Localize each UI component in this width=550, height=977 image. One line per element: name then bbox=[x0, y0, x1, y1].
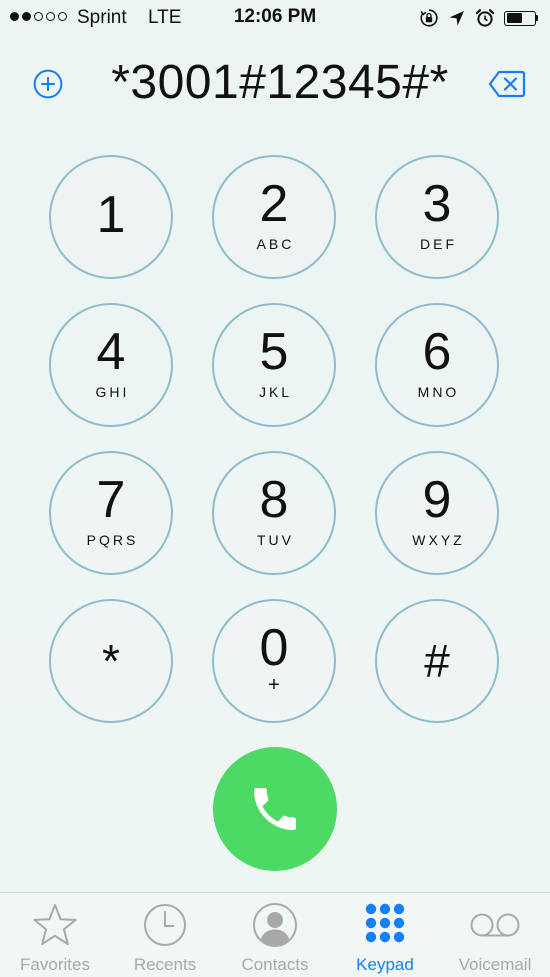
clock-icon bbox=[144, 904, 186, 946]
key-letters: DEF bbox=[420, 236, 457, 252]
key-2[interactable]: 2 ABC bbox=[212, 155, 336, 279]
key-1[interactable]: 1 bbox=[49, 155, 173, 279]
key-8[interactable]: 8 TUV bbox=[212, 451, 336, 575]
status-icons bbox=[419, 8, 538, 28]
key-digit: * bbox=[102, 635, 120, 687]
dialed-number: *3001#12345#* bbox=[111, 56, 449, 109]
key-letters: + bbox=[268, 673, 280, 696]
key-9[interactable]: 9 WXYZ bbox=[375, 451, 499, 575]
key-letters: MNO bbox=[417, 384, 460, 400]
delete-backspace-icon bbox=[488, 70, 526, 98]
key-digit: 3 bbox=[422, 175, 452, 233]
key-letters: PQRS bbox=[86, 532, 139, 548]
tab-label: Recents bbox=[133, 955, 197, 974]
add-contact-button[interactable] bbox=[33, 69, 63, 99]
key-digit: # bbox=[424, 635, 450, 687]
orientation-lock-icon bbox=[420, 9, 438, 27]
tab-voicemail[interactable]: Voicemail bbox=[440, 893, 550, 977]
key-star[interactable]: * bbox=[49, 599, 173, 723]
key-6[interactable]: 6 MNO bbox=[375, 303, 499, 427]
voicemail-icon bbox=[470, 913, 520, 937]
key-digit: 0 bbox=[259, 618, 289, 677]
tab-bar: Favorites Recents Contacts Keypad Voicem… bbox=[0, 892, 550, 977]
key-letters: WXYZ bbox=[412, 532, 465, 548]
status-bar: Sprint LTE 12:06 PM bbox=[0, 0, 550, 36]
key-letters: GHI bbox=[95, 384, 130, 400]
tab-label: Keypad bbox=[356, 955, 414, 974]
tab-label: Voicemail bbox=[458, 955, 532, 974]
key-hash[interactable]: # bbox=[375, 599, 499, 723]
key-letters: TUV bbox=[257, 532, 294, 548]
phone-icon bbox=[254, 788, 296, 830]
key-digit: 4 bbox=[96, 323, 126, 381]
key-digit: 1 bbox=[96, 186, 126, 244]
key-digit: 2 bbox=[259, 175, 289, 233]
key-digit: 6 bbox=[422, 323, 452, 381]
key-digit: 7 bbox=[96, 471, 126, 529]
star-icon bbox=[33, 904, 77, 945]
tab-label: Favorites bbox=[20, 955, 90, 974]
battery-icon bbox=[504, 10, 538, 26]
call-button[interactable] bbox=[213, 747, 337, 871]
tab-label: Contacts bbox=[241, 955, 309, 974]
key-4[interactable]: 4 GHI bbox=[49, 303, 173, 427]
person-icon bbox=[253, 903, 297, 947]
key-digit: 9 bbox=[422, 471, 452, 529]
keypad-icon bbox=[365, 903, 405, 943]
key-3[interactable]: 3 DEF bbox=[375, 155, 499, 279]
delete-button[interactable] bbox=[488, 70, 526, 98]
location-arrow-icon bbox=[449, 11, 464, 26]
key-letters: ABC bbox=[256, 236, 295, 252]
key-digit: 8 bbox=[259, 471, 289, 529]
tab-favorites[interactable]: Favorites bbox=[0, 893, 110, 977]
alarm-icon bbox=[475, 9, 495, 27]
tab-recents[interactable]: Recents bbox=[110, 893, 220, 977]
add-circle-icon bbox=[33, 69, 63, 99]
key-letters: JKL bbox=[258, 384, 293, 400]
tab-keypad[interactable]: Keypad bbox=[330, 893, 440, 977]
key-0[interactable]: 0 + bbox=[212, 599, 336, 723]
tab-contacts[interactable]: Contacts bbox=[220, 893, 330, 977]
key-digit: 5 bbox=[259, 323, 289, 381]
key-7[interactable]: 7 PQRS bbox=[49, 451, 173, 575]
key-5[interactable]: 5 JKL bbox=[212, 303, 336, 427]
